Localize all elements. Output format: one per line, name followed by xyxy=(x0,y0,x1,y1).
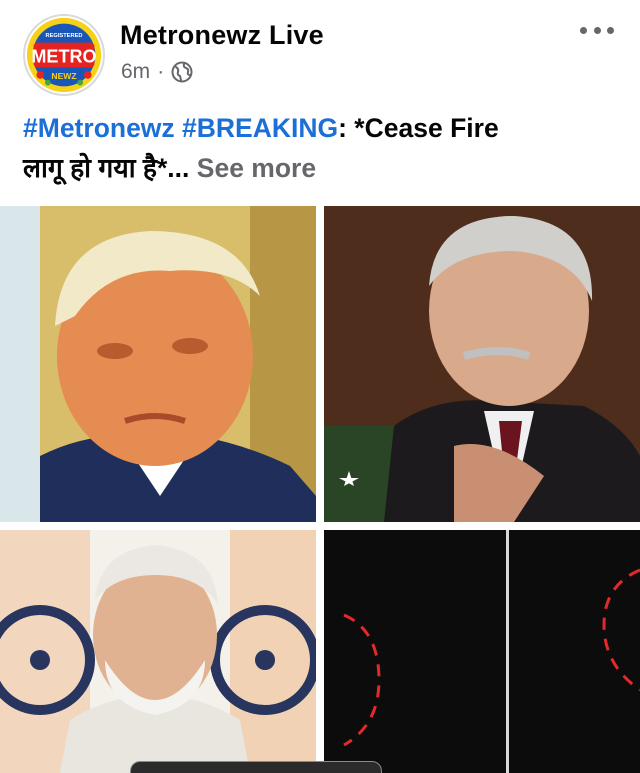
more-options-icon[interactable] xyxy=(580,18,614,42)
hashtag-metronewz[interactable]: #Metronewz xyxy=(23,113,175,143)
logo-sub-text: NEWZ xyxy=(51,71,76,81)
photo-4[interactable] xyxy=(324,530,640,773)
see-more-link[interactable]: See more xyxy=(197,153,316,183)
post-meta: 6m · xyxy=(121,60,193,84)
logo-top-text: REGISTERED xyxy=(46,33,83,39)
page-avatar[interactable]: METRO REGISTERED NEWZ xyxy=(23,14,105,96)
author-name[interactable]: Metronewz Live xyxy=(120,20,324,51)
post-text: #Metronewz #BREAKING: *Cease Fire लागू ह… xyxy=(23,108,623,188)
hashtag-breaking[interactable]: #BREAKING xyxy=(182,113,338,143)
photo-2[interactable] xyxy=(324,206,640,522)
post-time[interactable]: 6m xyxy=(121,60,150,84)
logo-text: METRO xyxy=(31,47,96,67)
photo-3[interactable] xyxy=(0,530,316,773)
post-body-line2: लागू हो गया है*... xyxy=(23,153,190,183)
bottom-overlay-bar xyxy=(130,761,382,773)
photo-grid xyxy=(0,206,640,773)
post-header: METRO REGISTERED NEWZ Metronewz Live 6m … xyxy=(0,0,640,100)
post-body-line1: : *Cease Fire xyxy=(338,113,499,143)
meta-separator: · xyxy=(157,60,165,83)
photo-1[interactable] xyxy=(0,206,316,522)
metro-logo-icon: METRO REGISTERED NEWZ xyxy=(26,17,102,93)
globe-icon xyxy=(171,61,193,83)
